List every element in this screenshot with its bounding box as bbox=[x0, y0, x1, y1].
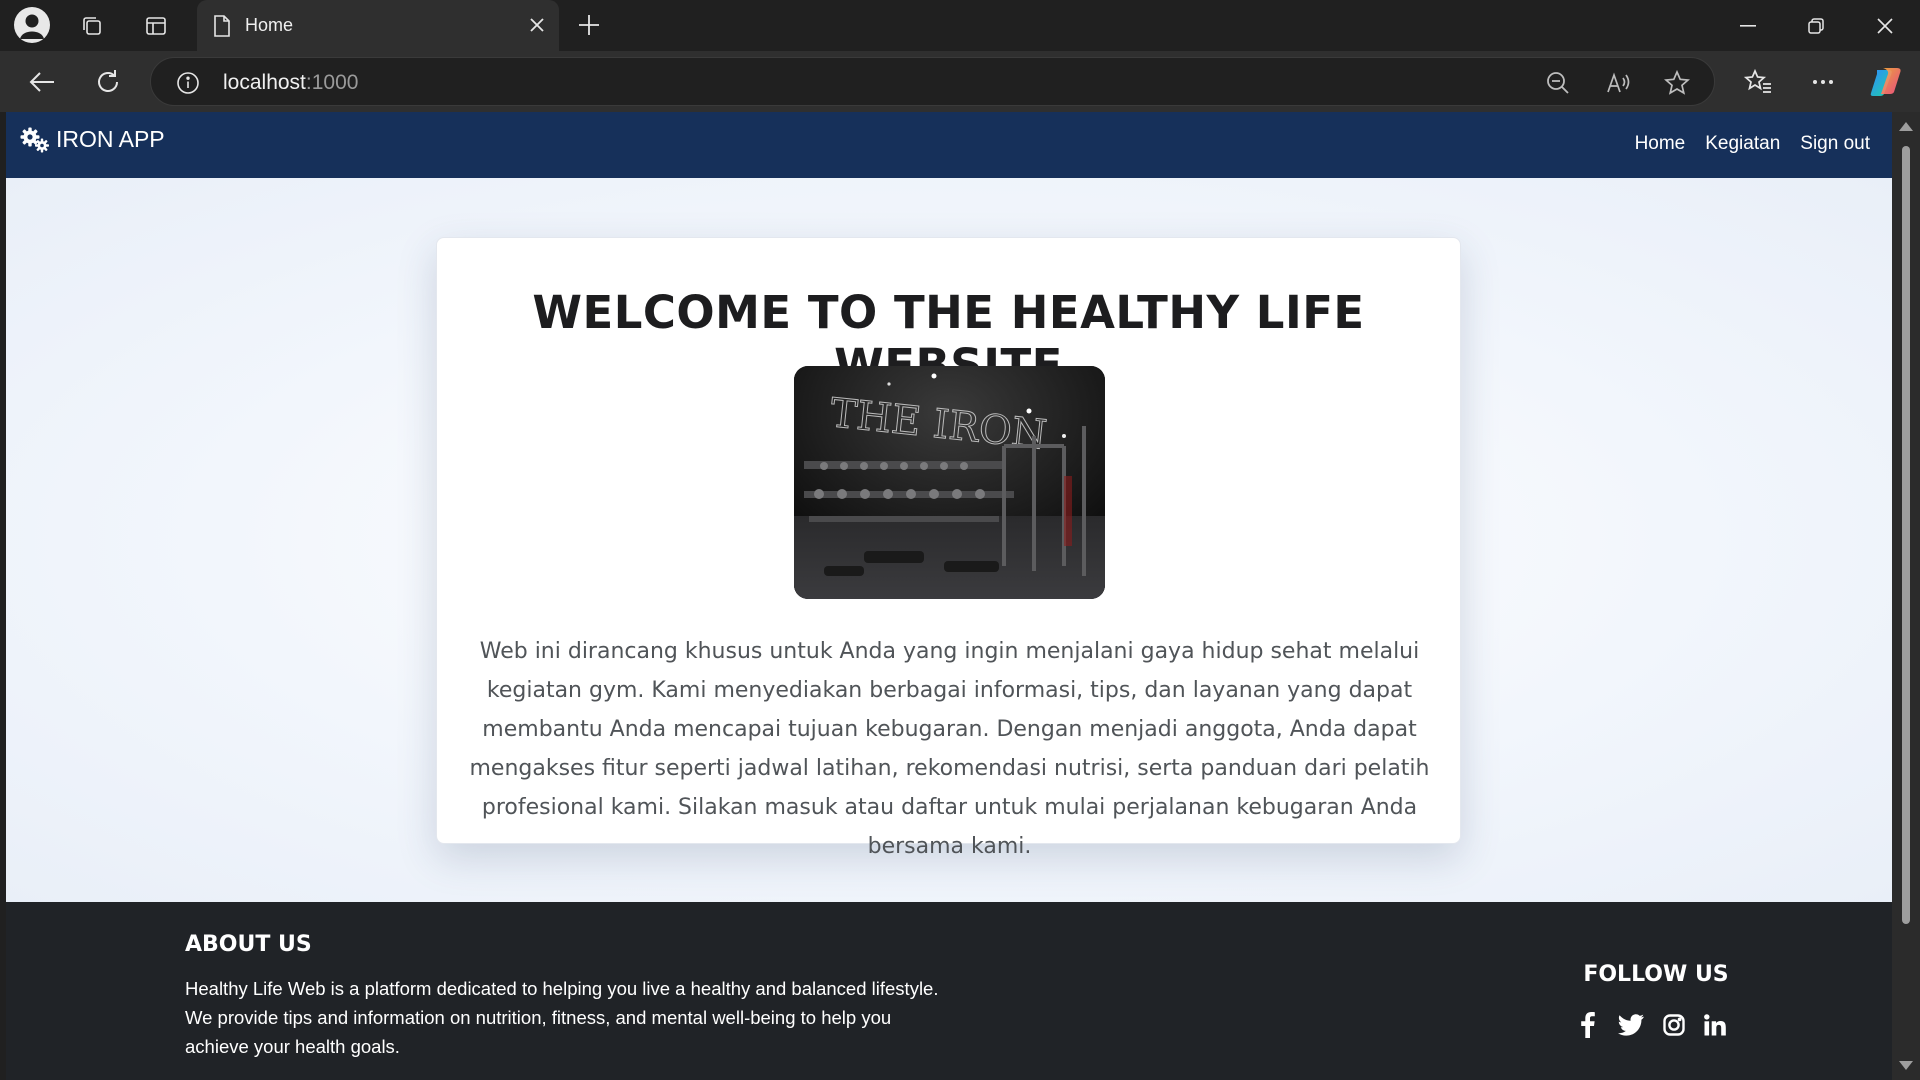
twitter-icon[interactable] bbox=[1617, 1012, 1645, 1038]
gym-image: THE IRON bbox=[794, 366, 1105, 599]
footer: ABOUT US Healthy Life Web is a platform … bbox=[6, 902, 1892, 1080]
nav-link-kegiatan[interactable]: Kegiatan bbox=[1705, 133, 1780, 155]
more-options-icon[interactable] bbox=[1808, 67, 1838, 97]
url-text: localhost:1000 bbox=[223, 71, 359, 94]
scroll-up-arrow-icon[interactable] bbox=[1899, 122, 1913, 131]
brand[interactable]: IRON APP bbox=[20, 126, 165, 153]
follow-us-title: FOLLOW US bbox=[1583, 962, 1729, 987]
about-us-title: ABOUT US bbox=[185, 932, 312, 957]
address-bar[interactable]: localhost:1000 bbox=[150, 57, 1715, 106]
tab-home[interactable]: Home bbox=[197, 0, 559, 51]
brand-name: IRON APP bbox=[56, 126, 165, 152]
favorites-icon[interactable] bbox=[1743, 67, 1773, 97]
tab-actions-icon[interactable] bbox=[142, 12, 170, 40]
main-content: WELCOME TO THE HEALTHY LIFE WEBSITE THE … bbox=[6, 178, 1892, 902]
profile-avatar-icon[interactable] bbox=[14, 7, 50, 43]
scroll-down-arrow-icon[interactable] bbox=[1899, 1061, 1913, 1070]
new-tab-icon[interactable] bbox=[576, 12, 602, 38]
social-links bbox=[1576, 1012, 1727, 1038]
instagram-icon[interactable] bbox=[1662, 1012, 1686, 1038]
scroll-thumb[interactable] bbox=[1902, 146, 1910, 924]
read-aloud-icon[interactable] bbox=[1605, 70, 1633, 96]
welcome-card: WELCOME TO THE HEALTHY LIFE WEBSITE THE … bbox=[436, 237, 1461, 859]
zoom-out-icon[interactable] bbox=[1545, 70, 1571, 96]
welcome-description: Web ini dirancang khusus untuk Anda yang… bbox=[469, 639, 1430, 859]
close-tab-icon[interactable] bbox=[525, 13, 549, 37]
nav-link-home[interactable]: Home bbox=[1635, 133, 1686, 155]
copilot-icon[interactable] bbox=[1868, 64, 1904, 100]
favorite-star-icon[interactable] bbox=[1663, 69, 1691, 97]
navbar: IRON APP Home Kegiatan Sign out bbox=[6, 112, 1892, 178]
nav-links: Home Kegiatan Sign out bbox=[1635, 133, 1870, 155]
back-arrow-icon[interactable] bbox=[26, 67, 58, 97]
linkedin-icon[interactable] bbox=[1703, 1012, 1727, 1038]
tab-title: Home bbox=[245, 15, 294, 35]
browser-toolbar: localhost:1000 bbox=[0, 51, 1920, 112]
close-window-icon[interactable] bbox=[1851, 0, 1919, 51]
workspaces-icon[interactable] bbox=[78, 12, 106, 40]
refresh-icon[interactable] bbox=[92, 66, 124, 98]
minimize-icon[interactable] bbox=[1714, 0, 1782, 51]
page-scrollbar[interactable] bbox=[1892, 112, 1920, 1080]
nav-link-sign-out[interactable]: Sign out bbox=[1800, 133, 1870, 155]
browser-tab-bar: Home bbox=[0, 0, 1920, 51]
about-us-text: Healthy Life Web is a platform dedicated… bbox=[185, 978, 939, 1057]
page-icon bbox=[211, 14, 233, 38]
gears-icon bbox=[20, 127, 49, 152]
facebook-icon[interactable] bbox=[1576, 1012, 1600, 1038]
restore-icon[interactable] bbox=[1782, 0, 1850, 51]
page-viewport: IRON APP Home Kegiatan Sign out WELCOME … bbox=[6, 112, 1892, 1080]
site-info-icon[interactable] bbox=[175, 70, 201, 96]
